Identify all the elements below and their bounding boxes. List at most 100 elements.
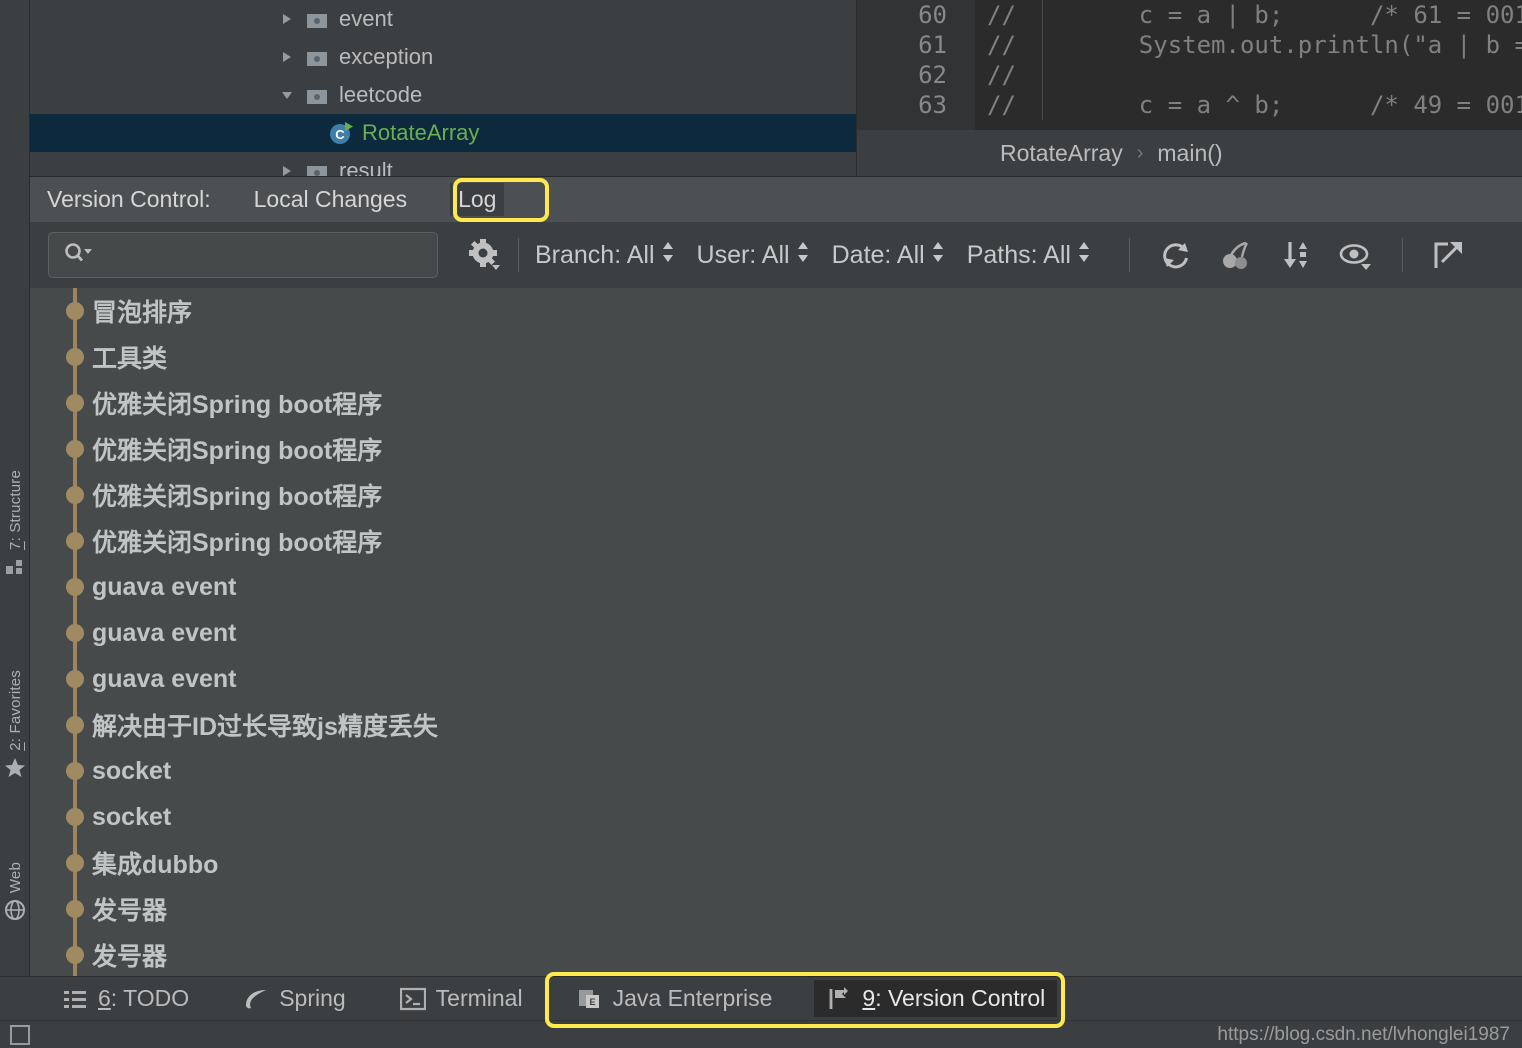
commit-row[interactable]: 发号器 — [30, 932, 1522, 976]
commit-node-icon — [66, 486, 84, 504]
bottom-tab-spring[interactable]: Spring — [231, 980, 357, 1017]
code-text: c = a | b; /* 61 = 001 — [1081, 1, 1522, 29]
filter-date[interactable]: Date: All — [832, 240, 959, 271]
commit-row[interactable]: guava event — [30, 610, 1522, 656]
commit-node-icon — [66, 670, 84, 688]
commit-message: 发号器 — [92, 943, 168, 971]
commit-node-icon — [66, 624, 84, 642]
tree-row-label: leetcode — [339, 82, 423, 107]
tab-log[interactable]: Log — [450, 183, 505, 216]
web-globe-icon — [4, 899, 26, 925]
filter-paths-label: Paths: All — [966, 240, 1071, 269]
gear-icon[interactable] — [468, 238, 502, 272]
open-in-new-window-icon[interactable] — [1432, 238, 1466, 272]
chevron-updown-icon — [1077, 240, 1091, 271]
chevron-updown-icon — [931, 240, 945, 271]
code-line: // — [975, 60, 1522, 90]
chevron-down-icon[interactable] — [280, 88, 294, 102]
commit-log-list[interactable]: 冒泡排序 工具类 优雅关闭Spring boot程序 优雅关闭Spring bo… — [30, 288, 1522, 976]
search-input[interactable] — [48, 232, 438, 278]
bottom-tab-java-enterprise[interactable]: E Java Enterprise — [565, 980, 785, 1017]
intelli-sort-icon[interactable] — [1279, 238, 1313, 272]
sidebar-item-favorites[interactable]: 2: Favorites — [0, 670, 30, 783]
tree-row-rotatearray[interactable]: C RotateArray — [30, 114, 856, 152]
refresh-icon[interactable] — [1159, 238, 1193, 272]
terminal-icon — [399, 986, 426, 1012]
toolbar-separator — [1401, 238, 1403, 272]
spring-leaf-icon — [243, 986, 269, 1012]
chevron-right-icon[interactable] — [280, 164, 294, 176]
commit-row[interactable]: 优雅关闭Spring boot程序 — [30, 518, 1522, 564]
search-icon — [63, 241, 93, 270]
commit-row[interactable]: 优雅关闭Spring boot程序 — [30, 472, 1522, 518]
chevron-updown-icon — [661, 240, 675, 271]
commit-message: 集成dubbo — [92, 851, 219, 879]
structure-icon — [5, 556, 25, 580]
tree-row-event[interactable]: event — [30, 0, 856, 38]
filter-branch[interactable]: Branch: All — [535, 240, 689, 271]
commit-node-icon — [66, 762, 84, 780]
svg-text:E: E — [589, 997, 595, 1007]
commit-row[interactable]: 优雅关闭Spring boot程序 — [30, 380, 1522, 426]
bottom-tab-version-control-label: 9: Version Control — [862, 985, 1046, 1011]
filter-user-label: User: All — [696, 240, 790, 269]
idea-window: 7: Structure 2: Favorites Web event exce… — [0, 0, 1522, 1048]
bottom-tab-todo-label: 6: TODO — [98, 985, 190, 1011]
commit-row[interactable]: 发号器 — [30, 886, 1522, 932]
filter-date-label: Date: All — [831, 240, 925, 269]
commit-message: guava event — [92, 664, 237, 693]
breadcrumb-class[interactable]: RotateArray — [1000, 140, 1123, 167]
bottom-tab-java-enterprise-label: Java Enterprise — [612, 985, 773, 1011]
project-tree[interactable]: event exception leetcode C RotateArray r… — [30, 0, 857, 176]
line-number: 63 — [918, 91, 947, 119]
bottom-tab-version-control[interactable]: 9: Version Control — [814, 980, 1058, 1017]
tree-row-leetcode[interactable]: leetcode — [30, 76, 856, 114]
code-line: // System.out.println("a | b = — [975, 30, 1522, 60]
line-number: 60 — [918, 1, 947, 29]
chevron-right-icon[interactable] — [280, 50, 294, 64]
java-class-runnable-icon: C — [328, 120, 354, 146]
commit-row[interactable]: 冒泡排序 — [30, 288, 1522, 334]
line-number: 62 — [918, 61, 947, 89]
sidebar-item-structure[interactable]: 7: Structure — [0, 470, 30, 580]
folder-icon — [306, 86, 328, 105]
chevron-updown-icon — [796, 240, 810, 271]
toolbar-separator — [518, 238, 519, 272]
filter-branch-label: Branch: All — [535, 240, 655, 269]
commit-row[interactable]: 工具类 — [30, 334, 1522, 380]
code-editor[interactable]: 60 61 62 63 // c = a | b; /* 61 = 001 //… — [857, 0, 1522, 130]
search-field[interactable] — [93, 243, 437, 267]
commit-row[interactable]: 解决由于ID过长导致js精度丢失 — [30, 702, 1522, 748]
chevron-right-icon[interactable] — [280, 12, 294, 26]
commit-row[interactable]: 集成dubbo — [30, 840, 1522, 886]
commit-row[interactable]: 优雅关闭Spring boot程序 — [30, 426, 1522, 472]
tree-row-label: event — [339, 6, 393, 31]
commit-node-icon — [66, 946, 84, 964]
tree-row-label: RotateArray — [362, 120, 480, 145]
commit-message: guava event — [92, 618, 237, 647]
editor-code-area[interactable]: // c = a | b; /* 61 = 001 // System.out.… — [975, 0, 1522, 130]
bottom-tab-terminal[interactable]: Terminal — [388, 980, 535, 1017]
commit-row[interactable]: socket — [30, 794, 1522, 840]
cherry-pick-icon[interactable] — [1219, 238, 1253, 272]
tab-local-changes[interactable]: Local Changes — [246, 183, 415, 216]
breadcrumb[interactable]: RotateArray › main() — [857, 130, 1522, 176]
watermark-url: https://blog.csdn.net/lvhonglei1987 — [1217, 1023, 1510, 1045]
commit-node-icon — [66, 302, 84, 320]
tree-row-exception[interactable]: exception — [30, 38, 856, 76]
commit-node-icon — [66, 440, 84, 458]
commit-row[interactable]: guava event — [30, 564, 1522, 610]
status-indicator-icon[interactable] — [10, 1025, 30, 1045]
filter-user[interactable]: User: All — [697, 240, 824, 271]
filter-paths[interactable]: Paths: All — [967, 240, 1105, 271]
show-details-eye-icon[interactable] — [1339, 238, 1373, 272]
bottom-tab-todo[interactable]: 6: TODO — [50, 980, 201, 1017]
commit-message: 工具类 — [92, 345, 168, 373]
breadcrumb-method[interactable]: main() — [1157, 140, 1222, 167]
commit-row[interactable]: guava event — [30, 656, 1522, 702]
commit-message: guava event — [92, 572, 237, 601]
tree-row-result[interactable]: result — [30, 152, 856, 176]
sidebar-item-web[interactable]: Web — [0, 862, 30, 925]
commit-row[interactable]: socket — [30, 748, 1522, 794]
